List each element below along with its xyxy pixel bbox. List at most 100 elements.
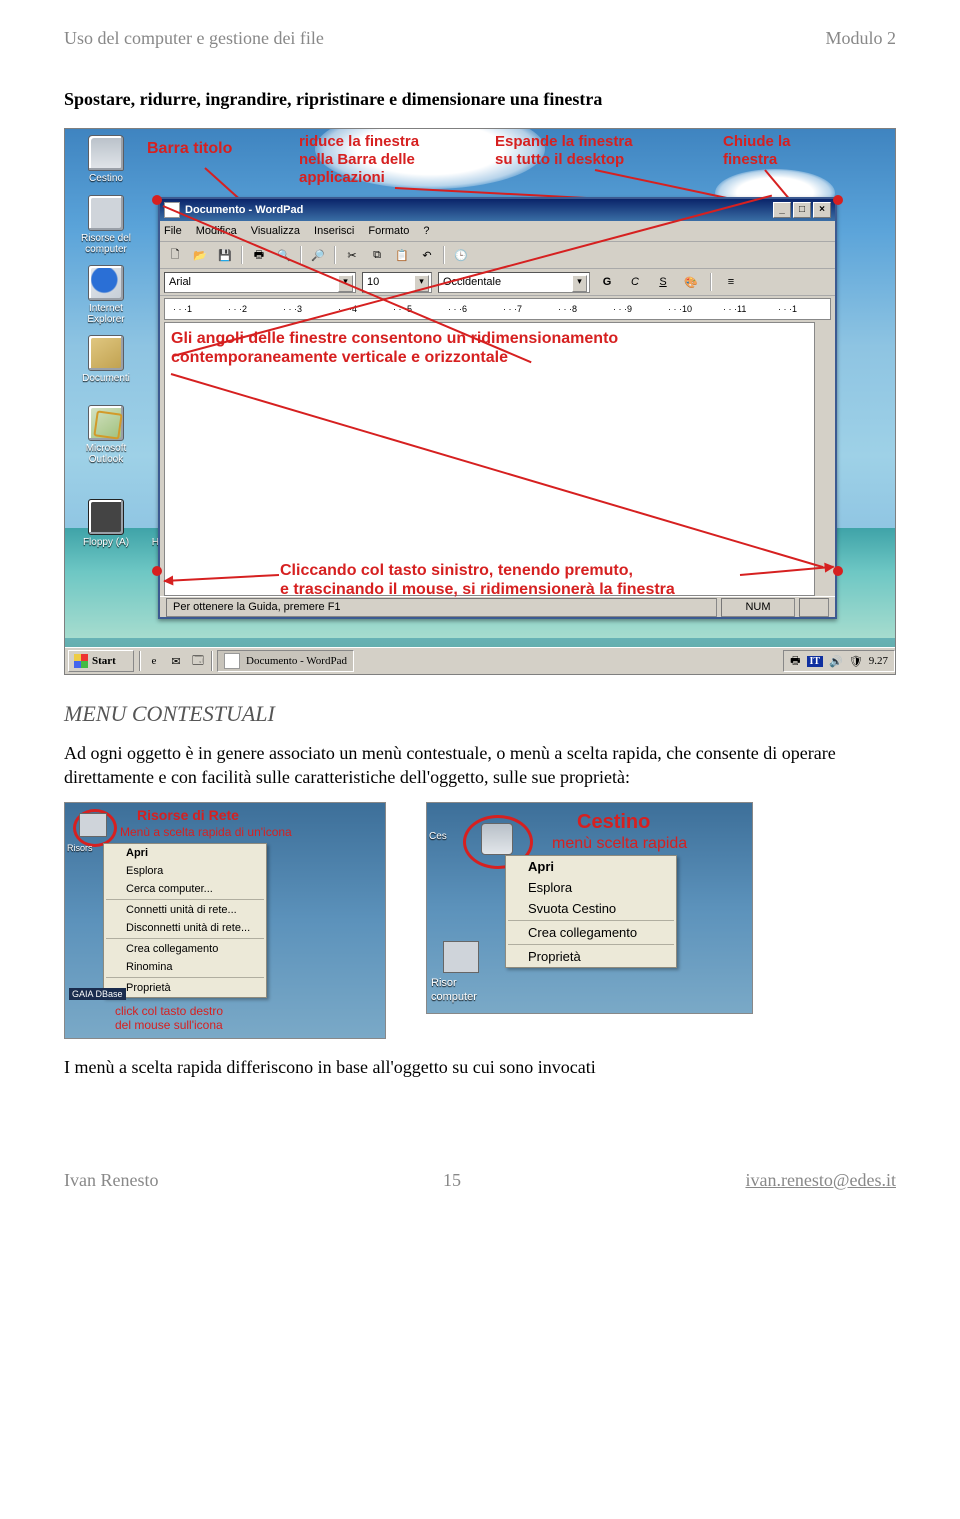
screenshot-window-controls: CestinoRisorse del computerRisorsInterne… (64, 128, 896, 675)
desktop-icon-label: Documenti (71, 373, 141, 384)
conclusion-paragraph: I menù a scelta rapida differiscono in b… (64, 1057, 896, 1078)
desktop-icon[interactable]: Microsoft Outlook (71, 405, 141, 465)
clock[interactable]: 9.27 (869, 655, 888, 667)
page-header: Uso del computer e gestione dei file Mod… (64, 28, 896, 49)
trash-icon[interactable] (481, 823, 513, 855)
context-menu-item[interactable]: Disconnetti unità di rete... (104, 919, 266, 937)
tray-icon[interactable]: 🖶 (790, 652, 800, 671)
anno-maximize: Espande la finestra su tutto il desktop (495, 133, 633, 169)
find-icon[interactable]: 🔎 (307, 244, 329, 266)
desktop-icon[interactable]: Risorse del computer (71, 195, 141, 255)
desktop-icon-glyph (88, 195, 124, 231)
desktop-icon[interactable]: Cestino (71, 135, 141, 184)
anno-close: Chiude la finestra (723, 133, 791, 169)
menu-item[interactable]: File (164, 225, 182, 237)
quicklaunch-ie-icon[interactable]: e (144, 651, 164, 671)
paragraph-contextual: Ad ogni oggetto è in genere associato un… (64, 741, 896, 790)
desktop-icon[interactable]: Documenti (71, 335, 141, 384)
datetime-icon[interactable]: 🕒 (450, 244, 472, 266)
open-icon[interactable]: 📂 (189, 244, 211, 266)
footer-author: Ivan Renesto (64, 1170, 158, 1191)
tray-shield-icon[interactable]: 🛡 (849, 655, 863, 668)
wordpad-document[interactable]: Gli angoli delle finestre consentono un … (164, 322, 815, 596)
wordpad-format-bar[interactable]: Arial 10 Occidentale G C S 🎨 ≡ (160, 269, 835, 296)
context-menu-item[interactable]: Cerca computer... (104, 880, 266, 898)
system-tray[interactable]: 🖶 IT 🔊 🛡 9.27 (783, 650, 895, 672)
context-menu-network[interactable]: ApriEsploraCerca computer... Connetti uni… (103, 843, 267, 998)
underline-button[interactable]: S (652, 271, 674, 293)
anno-corners: Gli angoli delle finestre consentono un … (171, 329, 808, 367)
close-button[interactable]: × (813, 202, 831, 218)
mini-right-subtitle: menù scelta rapida (552, 835, 687, 853)
cut-icon[interactable]: ✂ (341, 244, 363, 266)
context-menu-item[interactable]: Crea collegamento (506, 922, 676, 943)
context-menu-item[interactable]: Connetti unità di rete... (104, 901, 266, 919)
mini-left-footer: click col tasto destro del mouse sull'ic… (115, 1004, 223, 1032)
menu-item[interactable]: Inserisci (314, 225, 354, 237)
wordpad-titlebar[interactable]: Documento - WordPad _ □ × (160, 199, 835, 221)
mini-left-title: Risorse di Rete (137, 807, 239, 823)
side-label-risor: Risor (431, 977, 457, 989)
wordpad-menubar[interactable]: FileModificaVisualizzaInserisciFormato? (160, 221, 835, 242)
desktop-icon-glyph (88, 335, 124, 371)
color-icon[interactable]: 🎨 (680, 271, 702, 293)
desktop-icon-glyph (88, 135, 124, 171)
align-left-icon[interactable]: ≡ (720, 271, 742, 293)
computer-icon (443, 941, 479, 973)
network-icon[interactable] (79, 813, 107, 837)
paste-icon[interactable]: 📋 (391, 244, 413, 266)
desktop-icon-glyph (88, 499, 124, 535)
context-menu-item[interactable]: Apri (506, 856, 676, 877)
badge-gaia: GAIA DBase (69, 988, 126, 1000)
save-icon[interactable]: 💾 (214, 244, 236, 266)
desktop-icon-glyph (88, 265, 124, 301)
section-title-2: MENU CONTESTUALI (64, 701, 896, 727)
italic-button[interactable]: C (624, 271, 646, 293)
quicklaunch-desktop-icon[interactable]: 🗔 (188, 651, 208, 671)
context-menu-trash[interactable]: ApriEsploraSvuota Cestino Crea collegamen… (505, 855, 677, 968)
bold-button[interactable]: G (596, 271, 618, 293)
anno-drag: Cliccando col tasto sinistro, tenendo pr… (280, 561, 675, 599)
minimize-button[interactable]: _ (773, 202, 791, 218)
context-menu-item[interactable]: Svuota Cestino (506, 898, 676, 919)
anno-titlebar: Barra titolo (147, 139, 232, 158)
quicklaunch-outlook-icon[interactable]: ✉ (166, 651, 186, 671)
windows-flag-icon (74, 654, 88, 668)
mini-right-title: Cestino (577, 811, 650, 834)
context-menu-item[interactable]: Esplora (506, 877, 676, 898)
taskbar[interactable]: Start e ✉ 🗔 Documento - WordPad 🖶 IT 🔊 🛡… (65, 647, 895, 674)
page-footer: Ivan Renesto 15 ivan.renesto@edes.it (0, 1164, 960, 1215)
start-button[interactable]: Start (68, 650, 134, 672)
copy-icon[interactable]: ⧉ (366, 244, 388, 266)
new-icon[interactable]: 🗋 (164, 244, 186, 266)
header-left: Uso del computer e gestione dei file (64, 28, 324, 49)
tray-volume-icon[interactable]: 🔊 (829, 655, 843, 668)
menu-item[interactable]: Visualizza (251, 225, 300, 237)
desktop-icon-label: Risorse del computer (71, 233, 141, 255)
ruler[interactable]: · · ·1· · ·2· · ·3· · ·4· · ·5· · ·6· · … (164, 298, 831, 320)
screenshot-contextmenu-trash: Ces Cestino menù scelta rapida ApriEsplo… (426, 802, 753, 1014)
context-menu-item[interactable]: Rinomina (104, 958, 266, 976)
context-menu-item[interactable]: Proprietà (104, 979, 266, 997)
menu-item[interactable]: ? (423, 225, 429, 237)
header-right: Modulo 2 (825, 28, 896, 49)
language-indicator[interactable]: IT (807, 656, 824, 667)
context-menu-item[interactable]: Proprietà (506, 946, 676, 967)
footer-email[interactable]: ivan.renesto@edes.it (745, 1170, 896, 1191)
menu-item[interactable]: Formato (368, 225, 409, 237)
charset-combo[interactable]: Occidentale (438, 272, 590, 293)
context-menu-item[interactable]: Esplora (104, 862, 266, 880)
desktop-icon-glyph (88, 405, 124, 441)
mini-left-subtitle: Menù a scelta rapida di un'icona (120, 825, 292, 839)
screenshot-contextmenu-network: Risorse di Rete Menù a scelta rapida di … (64, 802, 386, 1039)
context-menu-item[interactable]: Crea collegamento (104, 940, 266, 958)
footer-page: 15 (443, 1170, 461, 1191)
status-num: NUM (721, 598, 795, 617)
context-menu-item[interactable]: Apri (104, 844, 266, 862)
taskbar-app-button[interactable]: Documento - WordPad (217, 650, 354, 672)
desktop-icon[interactable]: Internet Explorer (71, 265, 141, 325)
maximize-button[interactable]: □ (793, 202, 811, 218)
desktop-icon[interactable]: Floppy (A) (71, 499, 141, 548)
wordpad-window: Documento - WordPad _ □ × FileModificaVi… (158, 197, 837, 619)
undo-icon[interactable]: ↶ (416, 244, 438, 266)
